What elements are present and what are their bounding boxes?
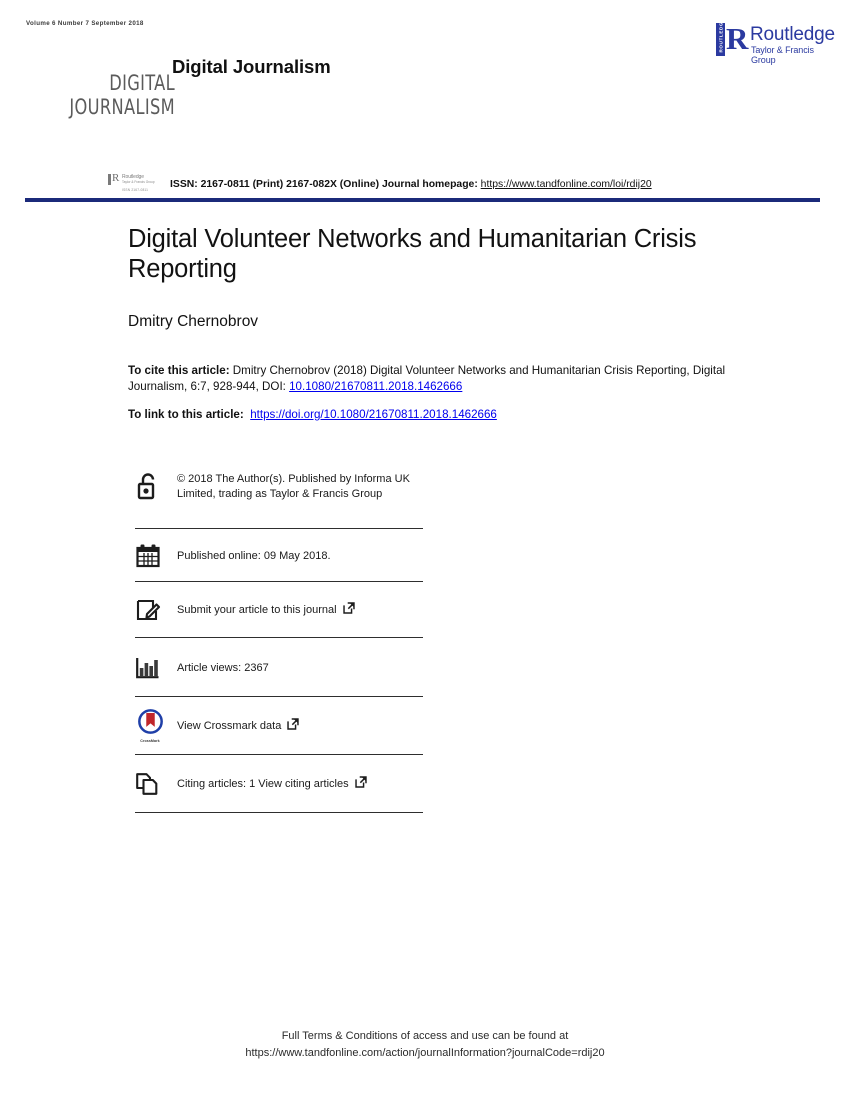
crossmark-icon: CrossMark: [135, 708, 177, 743]
routledge-mini-logo: R Routledge Taylor & Francis Group ISSN …: [108, 172, 164, 196]
citing-articles-icon: [135, 770, 177, 797]
routledge-logo-glyph: R: [726, 21, 749, 56]
link-label: To link to this article:: [128, 408, 244, 421]
journal-cover-page: Volume 6 Number 7 September 2018 DIGITAL…: [0, 0, 850, 1117]
metadata-row-copyright: © 2018 The Author(s). Published by Infor…: [135, 470, 423, 528]
crossmark-icon-caption: CrossMark: [140, 739, 160, 743]
published-date-text: Published online: 09 May 2018.: [177, 549, 331, 562]
external-link-icon[interactable]: [287, 718, 300, 735]
issn-label: ISSN: 2167-0811 (Print) 2167-082X (Onlin…: [170, 179, 481, 190]
metadata-row-published: Published online: 09 May 2018.: [135, 529, 423, 581]
masthead-line-2: JOURNALISM: [69, 94, 175, 119]
copyright-text: © 2018 The Author(s). Published by Infor…: [177, 473, 410, 500]
submit-article-icon: [135, 596, 177, 623]
article-author: Dmitry Chernobrov: [128, 313, 259, 330]
doi-link-block: To link to this article: https://doi.org…: [128, 408, 728, 421]
routledge-logo-vertical-text: ROUTLEDGE: [718, 18, 724, 53]
article-views-text: Article views: 2367: [177, 661, 269, 674]
external-link-icon[interactable]: [354, 776, 367, 793]
cite-label: To cite this article:: [128, 364, 230, 377]
routledge-mini-logo-bar: [108, 174, 111, 185]
article-title: Digital Volunteer Networks and Humanitar…: [128, 225, 697, 283]
cite-doi-link[interactable]: 10.1080/21670811.2018.1462666: [289, 380, 462, 393]
article-metadata-list: © 2018 The Author(s). Published by Infor…: [135, 470, 423, 813]
citing-articles-label: Citing articles: 1 View citing articles: [177, 778, 349, 791]
metadata-divider: [135, 812, 423, 813]
footer-line-2: https://www.tandfonline.com/action/journ…: [245, 1046, 605, 1059]
metadata-row-citing[interactable]: Citing articles: 1 View citing articles: [135, 755, 423, 812]
footer-line-1: Full Terms & Conditions of access and us…: [281, 1030, 569, 1042]
crossmark-text: View Crossmark data: [177, 716, 300, 735]
citation-block: To cite this article: Dmitry Chernobrov …: [128, 363, 728, 396]
routledge-logo-name: Routledge: [750, 24, 835, 45]
routledge-logo-bar: ROUTLEDGE: [716, 18, 725, 56]
journal-homepage-link[interactable]: https://www.tandfonline.com/loi/rdij20: [481, 179, 652, 190]
issn-homepage-line: ISSN: 2167-0811 (Print) 2167-082X (Onlin…: [170, 179, 652, 190]
metadata-row-submit[interactable]: Submit your article to this journal: [135, 582, 423, 637]
footer-terms: Full Terms & Conditions of access and us…: [0, 1028, 850, 1061]
metadata-row-views: Article views: 2367: [135, 638, 423, 696]
routledge-logo-subtitle: Taylor & Francis Group: [751, 45, 814, 65]
routledge-mini-logo-glyph: R: [112, 172, 120, 184]
submit-article-label: Submit your article to this journal: [177, 604, 337, 617]
calendar-icon: [135, 542, 177, 569]
header-divider-rule: [25, 198, 820, 202]
masthead-line-1: DIGITAL: [109, 71, 175, 95]
submit-article-text: Submit your article to this journal: [177, 600, 355, 619]
volume-issue-line: Volume 6 Number 7 September 2018: [26, 20, 144, 27]
open-access-icon: [135, 470, 177, 501]
article-views-icon: [135, 655, 177, 680]
routledge-logo: ROUTLEDGE R Routledge Taylor & Francis G…: [716, 18, 836, 65]
citing-articles-text: Citing articles: 1 View citing articles: [177, 774, 367, 793]
crossmark-label: View Crossmark data: [177, 720, 282, 733]
external-link-icon[interactable]: [342, 602, 355, 619]
doi-url-link[interactable]: https://doi.org/10.1080/21670811.2018.14…: [250, 408, 497, 421]
journal-masthead-logo: DIGITAL JOURNALISM: [50, 71, 175, 119]
routledge-mini-logo-subtitle: Taylor & Francis Group: [122, 179, 155, 184]
routledge-mini-logo-code: ISSN 2167-0811: [122, 188, 149, 192]
metadata-row-crossmark[interactable]: CrossMark View Crossmark data: [135, 697, 423, 754]
journal-title: Digital Journalism: [172, 56, 331, 77]
